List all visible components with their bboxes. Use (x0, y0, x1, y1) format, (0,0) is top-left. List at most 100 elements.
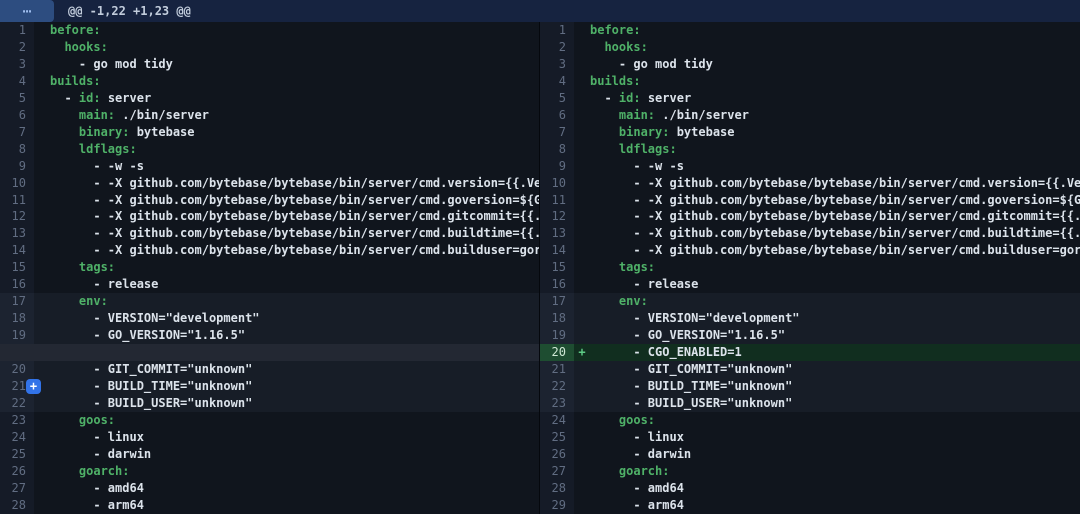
diff-row: 20 - GIT_COMMIT="unknown" (0, 361, 539, 378)
line-number[interactable]: 26 (0, 463, 34, 480)
diff-row: 24 - linux (0, 429, 539, 446)
line-number[interactable]: 19 (0, 327, 34, 344)
diff-row: 14 - -X github.com/bytebase/bytebase/bin… (0, 242, 539, 259)
line-number[interactable]: 26 (540, 446, 574, 463)
line-number[interactable]: 22 (540, 378, 574, 395)
diff-marker (34, 480, 50, 497)
line-number[interactable]: 19 (540, 327, 574, 344)
code-line: env: (590, 293, 1080, 310)
line-number[interactable]: 5 (0, 90, 34, 107)
line-number[interactable]: 24 (540, 412, 574, 429)
code-line: - go mod tidy (50, 56, 539, 73)
yaml-key: ldflags: (619, 142, 677, 156)
line-number[interactable]: 13 (0, 225, 34, 242)
line-number[interactable]: 2 (540, 39, 574, 56)
line-number[interactable]: 4 (540, 73, 574, 90)
line-number[interactable]: 10 (0, 175, 34, 192)
line-number[interactable]: 25 (0, 446, 34, 463)
diff-marker (34, 225, 50, 242)
line-number[interactable]: 11 (0, 192, 34, 209)
diff-marker (574, 446, 590, 463)
line-number[interactable]: 27 (0, 480, 34, 497)
yaml-key: binary: (619, 125, 670, 139)
diff-row: 12 - -X github.com/bytebase/bytebase/bin… (540, 208, 1080, 225)
code-line: goos: (590, 412, 1080, 429)
line-number[interactable]: 3 (540, 56, 574, 73)
line-number[interactable]: 27 (540, 463, 574, 480)
line-number[interactable]: 5 (540, 90, 574, 107)
add-comment-button[interactable]: + (26, 379, 41, 394)
line-number[interactable]: 10 (540, 175, 574, 192)
line-number[interactable]: 14 (0, 242, 34, 259)
line-number[interactable]: 28 (540, 480, 574, 497)
line-number[interactable]: 17 (540, 293, 574, 310)
line-number[interactable]: 16 (0, 276, 34, 293)
line-number[interactable]: 2 (0, 39, 34, 56)
line-number[interactable]: 13 (540, 225, 574, 242)
line-number[interactable]: 15 (540, 259, 574, 276)
yaml-key: binary: (79, 125, 130, 139)
diff-marker (34, 327, 50, 344)
line-number[interactable] (0, 344, 34, 361)
line-number[interactable]: 25 (540, 429, 574, 446)
added-diff-row: 20+ - CGO_ENABLED=1 (540, 344, 1080, 361)
line-number[interactable]: 12 (0, 208, 34, 225)
line-number[interactable]: 9 (0, 158, 34, 175)
line-number[interactable]: 15 (0, 259, 34, 276)
code-line: hooks: (50, 39, 539, 56)
diff-row: 21 - BUILD_TIME="unknown"+ (0, 378, 539, 395)
diff-marker (34, 344, 50, 361)
line-number[interactable]: 11 (540, 192, 574, 209)
line-number[interactable]: 22 (0, 395, 34, 412)
line-number[interactable]: 6 (540, 107, 574, 124)
line-number[interactable]: 9 (540, 158, 574, 175)
yaml-key: env: (619, 294, 648, 308)
code-line: - -X github.com/bytebase/bytebase/bin/se… (50, 192, 540, 209)
line-number[interactable]: 20 (0, 361, 34, 378)
line-number[interactable]: 12 (540, 208, 574, 225)
line-number[interactable]: 20 (540, 344, 574, 361)
diff-row: 29 - arm64 (540, 497, 1080, 514)
diff-row: 6 main: ./bin/server (540, 107, 1080, 124)
code-line: goos: (50, 412, 539, 429)
expand-diff-button[interactable]: ⋯ (0, 0, 54, 22)
diff-marker (34, 293, 50, 310)
line-number[interactable]: 29 (540, 497, 574, 514)
diff-marker (574, 497, 590, 514)
diff-marker (574, 107, 590, 124)
yaml-key: id: (79, 91, 101, 105)
line-number[interactable]: 8 (540, 141, 574, 158)
code-line: main: ./bin/server (50, 107, 539, 124)
line-number[interactable]: 4 (0, 73, 34, 90)
line-number[interactable]: 1 (540, 22, 574, 39)
code-line: - arm64 (590, 497, 1080, 514)
code-line: - -X github.com/bytebase/bytebase/bin/se… (50, 225, 540, 242)
line-number[interactable]: 14 (540, 242, 574, 259)
line-number[interactable]: 3 (0, 56, 34, 73)
code-line: binary: bytebase (50, 124, 539, 141)
diff-row: 15 tags: (0, 259, 539, 276)
diff-marker (34, 395, 50, 412)
line-number[interactable]: 16 (540, 276, 574, 293)
line-number[interactable]: 21 (540, 361, 574, 378)
line-number[interactable]: 8 (0, 141, 34, 158)
code-line: tags: (590, 259, 1080, 276)
line-number[interactable]: 1 (0, 22, 34, 39)
diff-marker (574, 192, 590, 209)
line-number[interactable]: 23 (540, 395, 574, 412)
line-number[interactable]: 7 (540, 124, 574, 141)
line-number[interactable]: 24 (0, 429, 34, 446)
code-line: goarch: (590, 463, 1080, 480)
diff-row: 11 - -X github.com/bytebase/bytebase/bin… (0, 192, 539, 209)
line-number[interactable]: 18 (540, 310, 574, 327)
diff-row: 25 - linux (540, 429, 1080, 446)
line-number[interactable]: 23 (0, 412, 34, 429)
line-number[interactable]: 17 (0, 293, 34, 310)
line-number[interactable]: 28 (0, 497, 34, 514)
diff-marker (574, 276, 590, 293)
code-line: - BUILD_TIME="unknown" (590, 378, 1080, 395)
line-number[interactable]: 7 (0, 124, 34, 141)
line-number[interactable]: 18 (0, 310, 34, 327)
diff-row: 16 - release (540, 276, 1080, 293)
line-number[interactable]: 6 (0, 107, 34, 124)
